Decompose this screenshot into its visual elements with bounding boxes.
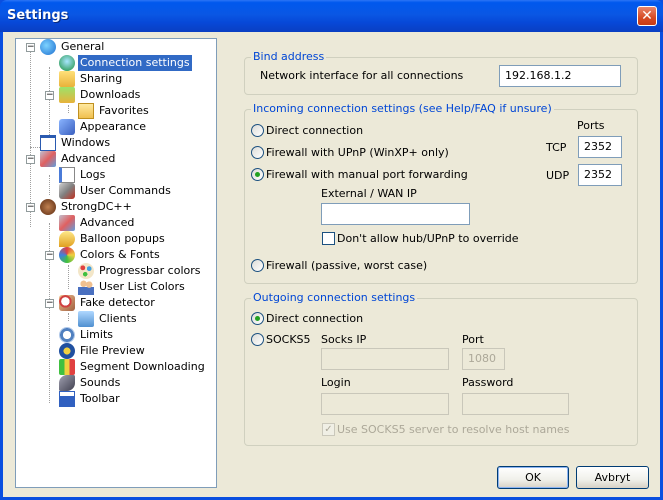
bind-address-input[interactable]: 192.168.1.2 bbox=[499, 65, 621, 87]
advanced-icon bbox=[59, 215, 75, 231]
balloon-icon bbox=[59, 231, 75, 247]
window-title: Settings bbox=[7, 8, 69, 23]
tree-item-user-commands[interactable]: User Commands bbox=[59, 183, 173, 199]
incoming-passive-label[interactable]: Firewall (passive, worst case) bbox=[266, 259, 427, 272]
incoming-direct-radio[interactable] bbox=[251, 124, 264, 137]
sounds-icon bbox=[59, 375, 75, 391]
folder-icon bbox=[78, 103, 94, 119]
tree-item-windows[interactable]: Windows bbox=[40, 135, 112, 151]
expand-downloads[interactable]: − bbox=[45, 91, 54, 100]
incoming-passive-radio[interactable] bbox=[251, 259, 264, 272]
tree-item-file-preview[interactable]: File Preview bbox=[59, 343, 147, 359]
expand-fake-detector[interactable]: − bbox=[45, 299, 54, 308]
settings-window: Settings ✕ − − − − − − General Connectio… bbox=[0, 0, 663, 500]
detector-icon bbox=[59, 295, 75, 311]
socks-ip-label: Socks IP bbox=[321, 333, 367, 346]
advanced-icon bbox=[40, 151, 56, 167]
socks-port-label: Port bbox=[462, 333, 484, 346]
title-bar[interactable]: Settings ✕ bbox=[0, 0, 663, 32]
password-label: Password bbox=[462, 376, 514, 389]
socks-port-input[interactable]: 1080 bbox=[462, 348, 505, 370]
close-button[interactable]: ✕ bbox=[637, 6, 657, 26]
tree-item-limits[interactable]: Limits bbox=[59, 327, 115, 343]
dialog-body: − − − − − − General Connection settings … bbox=[3, 32, 660, 497]
outgoing-legend: Outgoing connection settings bbox=[251, 291, 418, 304]
strongdc-icon bbox=[40, 199, 56, 215]
settings-tree[interactable]: − − − − − − General Connection settings … bbox=[15, 38, 217, 488]
toolbar-icon bbox=[59, 391, 75, 407]
override-checkbox[interactable] bbox=[322, 232, 335, 245]
tree-item-progressbar-colors[interactable]: Progressbar colors bbox=[78, 263, 203, 279]
network-interface-label: Network interface for all connections bbox=[260, 69, 464, 82]
tree-item-general[interactable]: General bbox=[40, 39, 106, 55]
resolve-hostnames-checkbox[interactable]: ✓ bbox=[322, 423, 335, 436]
outgoing-socks5-label[interactable]: SOCKS5 bbox=[266, 333, 311, 346]
preview-icon bbox=[59, 343, 75, 359]
incoming-legend: Incoming connection settings (see Help/F… bbox=[251, 102, 554, 115]
socks-ip-input[interactable] bbox=[321, 348, 449, 370]
tree-item-strongdc-advanced[interactable]: Advanced bbox=[59, 215, 136, 231]
tree-item-fake-detector[interactable]: Fake detector bbox=[59, 295, 157, 311]
udp-label: UDP bbox=[546, 169, 570, 182]
tree-item-favorites[interactable]: Favorites bbox=[78, 103, 151, 119]
tree-item-logs[interactable]: Logs bbox=[59, 167, 107, 183]
tcp-port-input[interactable]: 2352 bbox=[578, 136, 622, 158]
tree-item-clients[interactable]: Clients bbox=[78, 311, 139, 327]
segment-icon bbox=[59, 359, 75, 375]
expand-general[interactable]: − bbox=[26, 43, 35, 52]
downloads-folder-icon bbox=[59, 87, 75, 103]
tree-item-toolbar[interactable]: Toolbar bbox=[59, 391, 122, 407]
limits-icon bbox=[59, 327, 75, 343]
expand-advanced[interactable]: − bbox=[26, 155, 35, 164]
cancel-button[interactable]: Avbryt bbox=[576, 466, 649, 489]
outgoing-direct-label[interactable]: Direct connection bbox=[266, 312, 363, 325]
override-label[interactable]: Don't allow hub/UPnP to override bbox=[337, 232, 519, 245]
tree-item-balloon-popups[interactable]: Balloon popups bbox=[59, 231, 167, 247]
tree-item-user-list-colors[interactable]: User List Colors bbox=[78, 279, 187, 295]
incoming-upnp-radio[interactable] bbox=[251, 146, 264, 159]
ports-header: Ports bbox=[577, 119, 605, 132]
tree-item-sounds[interactable]: Sounds bbox=[59, 375, 122, 391]
incoming-upnp-label[interactable]: Firewall with UPnP (WinXP+ only) bbox=[266, 146, 449, 159]
wan-ip-input[interactable] bbox=[321, 203, 470, 225]
tree-item-segment-downloading[interactable]: Segment Downloading bbox=[59, 359, 207, 375]
expand-colors-fonts[interactable]: − bbox=[45, 251, 54, 260]
window-icon bbox=[40, 135, 56, 151]
network-icon bbox=[59, 55, 75, 71]
globe-icon bbox=[40, 39, 56, 55]
users-icon bbox=[78, 279, 94, 295]
appearance-icon bbox=[59, 119, 75, 135]
tree-item-colors-fonts[interactable]: Colors & Fonts bbox=[59, 247, 162, 263]
ok-button[interactable]: OK bbox=[497, 466, 569, 489]
incoming-direct-label[interactable]: Direct connection bbox=[266, 124, 363, 137]
tree-item-advanced[interactable]: Advanced bbox=[40, 151, 117, 167]
expand-strongdc[interactable]: − bbox=[26, 203, 35, 212]
outgoing-socks5-radio[interactable] bbox=[251, 333, 264, 346]
tree-item-downloads[interactable]: Downloads bbox=[59, 87, 142, 103]
udp-port-input[interactable]: 2352 bbox=[578, 164, 622, 186]
sharing-folder-icon bbox=[59, 71, 75, 87]
tcp-label: TCP bbox=[546, 141, 567, 154]
bind-address-legend: Bind address bbox=[251, 50, 327, 63]
tree-item-appearance[interactable]: Appearance bbox=[59, 119, 148, 135]
login-label: Login bbox=[321, 376, 351, 389]
tree-item-strongdc[interactable]: StrongDC++ bbox=[40, 199, 134, 215]
tree-item-sharing[interactable]: Sharing bbox=[59, 71, 124, 87]
clients-icon bbox=[78, 311, 94, 327]
incoming-manual-label[interactable]: Firewall with manual port forwarding bbox=[266, 168, 468, 181]
tree-item-connection-settings[interactable]: Connection settings bbox=[59, 55, 192, 71]
wrench-icon bbox=[59, 183, 75, 199]
incoming-manual-radio[interactable] bbox=[251, 168, 264, 181]
outgoing-direct-radio[interactable] bbox=[251, 312, 264, 325]
colors-icon bbox=[59, 247, 75, 263]
logs-icon bbox=[59, 167, 75, 183]
login-input[interactable] bbox=[321, 393, 449, 415]
palette-icon bbox=[78, 263, 94, 279]
wan-ip-label: External / WAN IP bbox=[321, 187, 417, 200]
resolve-hostnames-label[interactable]: Use SOCKS5 server to resolve host names bbox=[337, 423, 569, 436]
password-input[interactable] bbox=[462, 393, 569, 415]
